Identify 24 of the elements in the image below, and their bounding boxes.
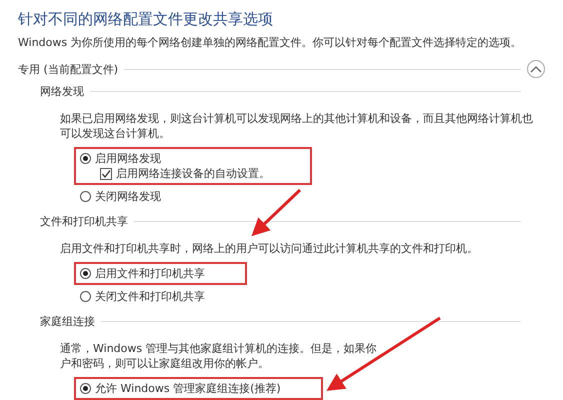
radio-button[interactable]: [80, 291, 91, 302]
section-description: 如果已启用网络发现，则这台计算机可以发现网络上的其他计算机和设备，而且其他网络计算机也 可以发现这台计算机。: [60, 111, 534, 141]
radio-button[interactable]: [80, 268, 91, 279]
description: Windows 为你所使用的每个网络创建单独的网络配置文件。你可以针对每个配置文件选择特定的选项。: [18, 35, 523, 50]
section-title: 家庭组连接: [40, 314, 95, 329]
checkbox-option[interactable]: 启用网络连接设备的自动设置。: [100, 166, 270, 181]
radio-option[interactable]: 启用文件和打印机共享: [80, 266, 205, 281]
radio-button[interactable]: [80, 191, 91, 202]
radio-button[interactable]: [80, 383, 91, 394]
radio-button[interactable]: [80, 153, 91, 164]
section-title: 文件和打印机共享: [40, 214, 128, 229]
section-description: 通常，Windows 管理与其他家庭组计算机的连接。但是，如果你 户和密码，则可以让家庭组改用你的帐户。: [60, 341, 378, 371]
radio-option[interactable]: 启用网络发现: [80, 151, 270, 166]
section-description: 启用文件和打印机共享时，网络上的用户可以访问通过此计算机共享的文件和打印机。: [60, 241, 479, 256]
checkbox[interactable]: [100, 168, 112, 180]
profile-label: 专用 (当前配置文件): [18, 62, 118, 76]
page-heading: 针对不同的网络配置文件更改共享选项: [18, 10, 274, 29]
arrow: [251, 188, 302, 236]
radio-option[interactable]: 关闭网络发现: [80, 189, 161, 204]
radio-option[interactable]: 允许 Windows 管理家庭组连接(推荐): [80, 381, 281, 396]
chevron-icon: [530, 65, 542, 73]
collapse-button[interactable]: [527, 60, 545, 78]
section-title: 网络发现: [40, 84, 84, 99]
radio-option[interactable]: 关闭文件和打印机共享: [80, 289, 205, 304]
